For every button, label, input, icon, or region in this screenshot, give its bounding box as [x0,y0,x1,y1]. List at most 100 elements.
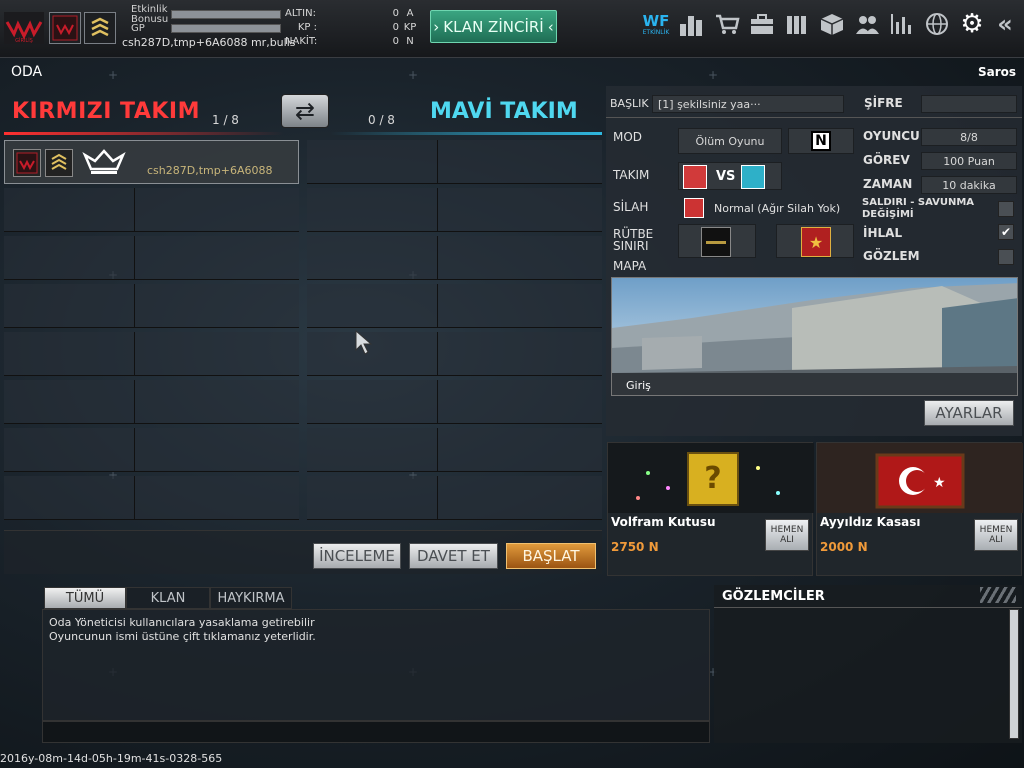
observers-scrollbar[interactable] [1009,609,1019,739]
red-slot[interactable] [4,236,299,280]
swap-team-button[interactable]: ⇄ [281,94,329,128]
observer-checkbox[interactable] [998,249,1014,265]
mode-badge[interactable]: N [788,128,854,154]
friends-icon[interactable] [852,10,882,38]
password-label: ŞİFRE [864,96,903,110]
attack-defense-label: SALDIRI - SAVUNMA DEĞİŞİMİ [862,197,975,220]
team-selector[interactable]: VS [678,162,782,190]
normal-mode-icon: N [811,131,831,151]
player-count-value[interactable]: 8/8 [921,128,1017,146]
kp-value: 0 [392,21,399,33]
clan-badge-icon [13,149,41,177]
observer-label: GÖZLEM [863,249,920,263]
red-slot[interactable] [4,332,299,376]
weapon-value[interactable]: Normal (Ağır Silah Yok) [714,202,840,215]
map-preview[interactable]: Giriş [611,277,1018,396]
clan-icon[interactable] [782,10,812,38]
cross-mark: + [408,68,419,82]
globe-icon[interactable] [922,10,952,38]
room-title: ODA [11,64,43,80]
weapon-icon [684,198,704,218]
red-slot[interactable] [4,428,299,472]
violation-label: İHLAL [863,226,903,240]
blue-team-title: MAVİ TAKIM [430,99,578,124]
room-title-field[interactable]: [1] şekilsiniz yaa··· [652,95,844,113]
chat-input[interactable] [42,721,710,743]
settings-gear-icon[interactable]: ⚙ [957,9,987,39]
buy-now-button[interactable]: HEMEN ALI [974,519,1018,551]
rank-icon [84,12,116,44]
invite-button[interactable]: DAVET ET [409,543,498,569]
team-label: TAKIM [613,168,650,182]
red-team-icon [683,165,707,189]
blue-team-icon [741,165,765,189]
red-slot[interactable] [4,380,299,424]
back-icon[interactable]: « [990,10,1020,38]
chevron-right-icon: › [433,17,440,36]
map-name: Giriş [626,379,651,392]
cash-value: 0 [392,35,399,47]
buy-now-button[interactable]: HEMEN ALI [765,519,809,551]
volfram-box-image: ? [608,443,814,513]
clan-logo[interactable]: GİRİLİŞ [4,12,44,44]
blue-slot[interactable] [307,332,602,376]
red-slot[interactable] [4,284,299,328]
clan-chain-label: KLAN ZİNCİRİ [443,17,544,36]
red-slot[interactable]: csh287D,tmp+6A6088 [4,140,299,184]
blue-team-underline [330,132,602,135]
clan-chain-button[interactable]: › KLAN ZİNCİRİ ‹ [430,10,557,43]
ranking-icon[interactable] [676,10,706,38]
map-label: MAPA [613,259,647,273]
blue-slot[interactable] [307,428,602,472]
blue-slot[interactable] [307,236,602,280]
store-item-name: Ayyıldız Kasası [820,515,921,529]
mode-value[interactable]: Ölüm Oyunu [678,128,782,154]
gp-bar [171,24,281,33]
stats-icon[interactable] [887,10,917,38]
blue-slot[interactable] [307,380,602,424]
password-field[interactable] [921,95,1017,113]
cross-mark: + [708,68,719,82]
observers-panel: GÖZLEMCİLER [714,585,1022,743]
min-rank-selector[interactable] [678,224,756,258]
inventory-icon[interactable] [747,10,777,38]
server-name: Saros [977,65,1016,79]
tab-shout[interactable]: HAYKIRMA [210,587,292,609]
weapon-label: SİLAH [613,200,649,214]
mission-value[interactable]: 100 Puan [921,152,1017,170]
etkinlik-icon[interactable]: WF ETKİNLİK [640,10,672,38]
store-item[interactable]: ★ Ayyıldız Kasası 2000 N HEMEN ALI [816,442,1023,576]
store-item[interactable]: ? Volfram Kutusu 2750 N HEMEN ALI [607,442,814,576]
start-button[interactable]: BAŞLAT [506,543,596,569]
tab-all[interactable]: TÜMÜ [44,587,126,609]
blue-slot[interactable] [307,476,602,520]
avatar[interactable] [49,12,81,44]
inspect-button[interactable]: İNCELEME [313,543,401,569]
store-item-price: 2000 N [820,540,868,554]
gp-label: GP [131,23,145,34]
svg-text:?: ? [704,461,721,496]
gold-value: 0 [392,7,399,19]
tab-clan[interactable]: KLAN [126,587,210,609]
red-slot[interactable] [4,476,299,520]
box-icon[interactable] [817,10,847,38]
observers-title: GÖZLEMCİLER [722,589,825,604]
shop-cart-icon[interactable] [712,10,742,38]
max-rank-star-icon: ★ [801,227,831,257]
attack-defense-checkbox[interactable] [998,201,1014,217]
mouse-cursor-icon [355,329,373,359]
svg-text:★: ★ [933,475,946,491]
blue-slot[interactable] [307,284,602,328]
blue-slot[interactable] [307,140,602,184]
red-slot[interactable] [4,188,299,232]
settings-button[interactable]: AYARLAR [924,400,1014,426]
etkinlik-label: ETKİNLİK [642,28,670,36]
blue-slot[interactable] [307,188,602,232]
violation-checkbox[interactable]: ✔ [998,224,1014,240]
max-rank-selector[interactable]: ★ [776,224,854,258]
min-rank-icon [701,227,731,257]
divider [606,117,1022,118]
room-host-crown-icon [81,147,127,179]
time-value[interactable]: 10 dakika [921,176,1017,194]
red-team-count: 1 / 8 [212,113,239,127]
